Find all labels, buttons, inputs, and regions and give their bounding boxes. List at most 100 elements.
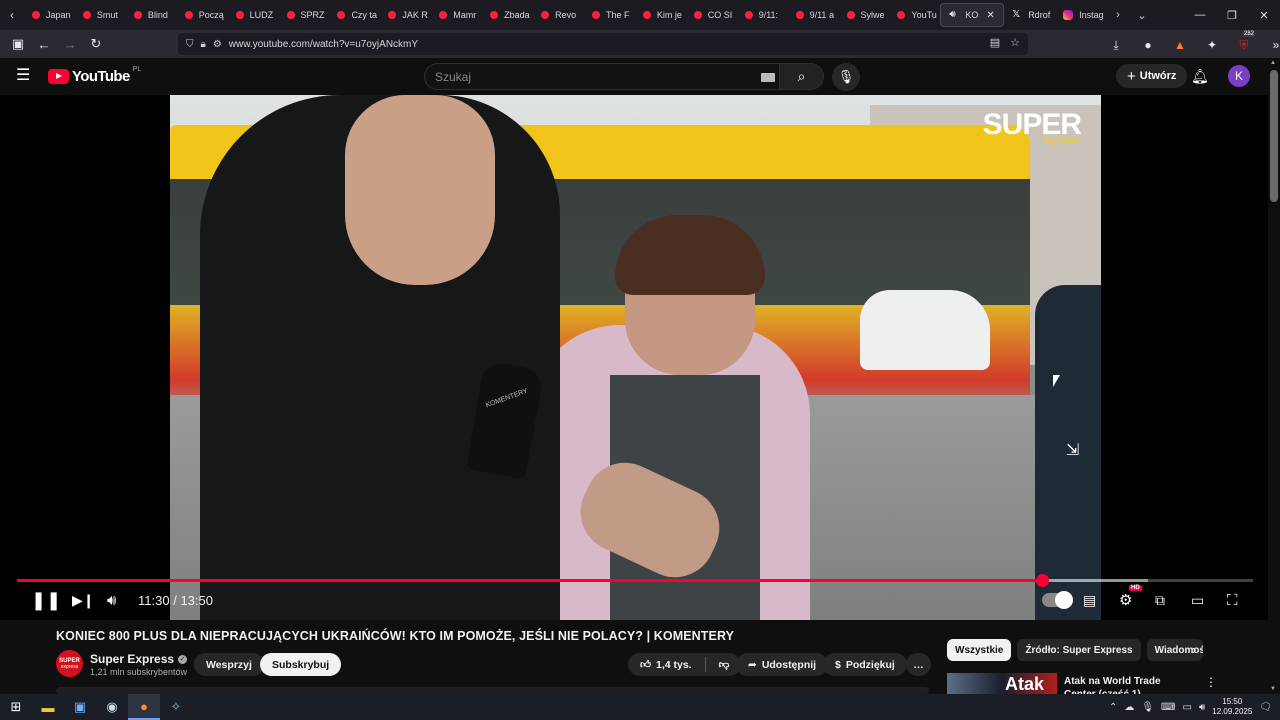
progress-bar[interactable]	[17, 574, 1253, 587]
downloads-icon[interactable]: ⤓	[1104, 33, 1128, 57]
tabs-scroll-left-button[interactable]: ‹	[0, 0, 24, 30]
close-window-button[interactable]: ✕	[1248, 0, 1280, 30]
page-scrollbar[interactable]: ▲ ▼	[1268, 58, 1280, 694]
keyboard-tray-icon[interactable]: ⌨	[1161, 702, 1175, 713]
notifications-bell-icon[interactable]: 🔔︎	[1191, 68, 1209, 85]
browser-tab[interactable]: The F	[584, 3, 635, 27]
start-button[interactable]: ⊞	[0, 694, 32, 720]
video-share-overlay-icon[interactable]: ⇲	[1066, 440, 1079, 460]
browser-tab[interactable]: SPRZ	[279, 3, 330, 27]
file-explorer-icon[interactable]: ▬	[32, 694, 64, 720]
mute-button[interactable]: 🔊︎	[107, 590, 116, 610]
clock[interactable]: 15:50 12.09.2025	[1212, 697, 1252, 717]
back-button[interactable]: ←	[32, 32, 56, 56]
scrubber-handle[interactable]	[1035, 574, 1049, 587]
tray-chevron-icon[interactable]: ⌃	[1109, 702, 1117, 713]
restore-button[interactable]: ❐	[1216, 0, 1248, 30]
reload-button[interactable]: ↻	[84, 32, 108, 56]
scroll-down-icon[interactable]: ▼	[1270, 686, 1276, 692]
browser-tab[interactable]: Instag	[1055, 3, 1106, 27]
browser-tab[interactable]: CO SI	[686, 3, 737, 27]
chip-all[interactable]: Wszystkie	[947, 639, 1012, 661]
sidebar-toggle-icon[interactable]: ▣	[6, 32, 30, 56]
permissions-icon[interactable]: ⚙	[213, 39, 222, 50]
account-avatar[interactable]: K	[1228, 65, 1250, 87]
autoplay-toggle[interactable]	[1042, 590, 1073, 610]
recommended-more-icon[interactable]: ⋮	[1205, 675, 1217, 689]
theater-mode-button[interactable]: ▭	[1191, 590, 1204, 610]
browser-tab[interactable]: 🔊︎ KO ✕	[940, 3, 1005, 27]
extensions-puzzle-icon[interactable]: ✦	[1200, 33, 1224, 57]
support-button[interactable]: Wesprzyj	[194, 653, 264, 676]
fox-extension-icon[interactable]: ▲	[1168, 33, 1192, 57]
browser-tab[interactable]: 𝕏 Rdrof	[1004, 3, 1055, 27]
minimize-button[interactable]: —	[1184, 0, 1216, 30]
url-text[interactable]: www.youtube.com/watch?v=u7oyjANckmY	[229, 39, 418, 50]
search-input[interactable]	[425, 69, 745, 84]
subtitles-button[interactable]: ▤	[1083, 590, 1096, 610]
browser-tab[interactable]: Sylwe	[839, 3, 890, 27]
channel-avatar[interactable]: SUPER express	[56, 650, 83, 677]
browser-tab[interactable]: 9/11:	[737, 3, 788, 27]
chip-source-super-express[interactable]: Źródło: Super Express	[1017, 639, 1141, 661]
browser-tab[interactable]: Smut	[75, 3, 126, 27]
video-frame[interactable]: KOMENTERY SUPER express	[170, 95, 1101, 620]
share-button[interactable]: ➦ Udostępnij	[736, 653, 829, 676]
thanks-button[interactable]: $ Podziękuj	[823, 653, 907, 676]
firefox-icon[interactable]: ●	[128, 694, 160, 720]
browser-tab[interactable]: LUDZ	[228, 3, 279, 27]
remote-desktop-icon[interactable]: ▣	[64, 694, 96, 720]
recommended-thumbnail[interactable]: Atak	[947, 673, 1057, 694]
thumbs-up-icon[interactable]: 👍︎	[640, 658, 651, 671]
volume-tray-icon[interactable]: 🔊︎	[1199, 702, 1205, 713]
pause-button[interactable]: ❚❚	[31, 590, 61, 610]
tabs-scroll-right-button[interactable]: ›	[1106, 0, 1130, 30]
overflow-menu-icon[interactable]: »	[1264, 33, 1280, 57]
chips-next-icon[interactable]: ›	[1192, 642, 1196, 657]
scroll-up-icon[interactable]: ▲	[1270, 60, 1276, 66]
onedrive-icon[interactable]: ☁	[1124, 702, 1134, 713]
keyboard-icon[interactable]	[761, 73, 775, 82]
search-button[interactable]: ⌕	[779, 64, 823, 89]
more-actions-button[interactable]: …	[906, 653, 931, 676]
steam-icon[interactable]: ◉	[96, 694, 128, 720]
notifications-icon[interactable]: 🗨︎	[1259, 702, 1272, 713]
adblock-extension-icon[interactable]: ⛨ 282	[1232, 31, 1256, 57]
voice-search-button[interactable]: 🎙︎	[832, 63, 860, 91]
next-button[interactable]: ▶❙	[72, 590, 95, 610]
like-count[interactable]: 1,4 tys.	[656, 659, 692, 671]
browser-tab[interactable]: Mamr	[431, 3, 482, 27]
browser-tab[interactable]: Począ	[177, 3, 228, 27]
network-icon[interactable]: ▭	[1182, 702, 1191, 713]
bookmark-star-icon[interactable]: ☆	[1010, 36, 1020, 49]
url-bar[interactable]: ⛉ 🔒︎ ⚙ www.youtube.com/watch?v=u7oyjANck…	[178, 33, 1028, 55]
forward-button[interactable]: →	[58, 32, 82, 56]
miniplayer-button[interactable]: ⧉	[1155, 590, 1165, 610]
browser-tab[interactable]: Kim je	[635, 3, 686, 27]
subscribe-button[interactable]: Subskrybuj	[260, 653, 342, 676]
browser-tab[interactable]: Japan	[24, 3, 75, 27]
scrollbar-thumb[interactable]	[1270, 70, 1278, 202]
channel-name[interactable]: Super Express ✓	[90, 652, 188, 666]
channel-name-text[interactable]: Super Express	[90, 652, 174, 666]
shield-icon[interactable]: ⛉	[186, 39, 194, 50]
fullscreen-button[interactable]: ⛶	[1227, 590, 1238, 610]
thumbs-down-icon[interactable]: 👎︎	[719, 658, 730, 671]
browser-tab[interactable]: Czy ta	[329, 3, 380, 27]
vpn-extension-icon[interactable]: ●	[1136, 33, 1160, 57]
browser-tab[interactable]: Revo	[533, 3, 584, 27]
video-player[interactable]: KOMENTERY SUPER express ⇲ ❚❚ ▶❙ 🔊︎ 11:30…	[0, 95, 1268, 620]
browser-tab[interactable]: YouTu	[889, 3, 940, 27]
list-all-tabs-button[interactable]: ⌄	[1130, 0, 1154, 30]
browser-tab[interactable]: 9/11 a	[788, 3, 839, 27]
browser-tab[interactable]: JAK R	[380, 3, 431, 27]
youtube-logo[interactable]: YouTube PL	[48, 66, 141, 85]
create-button[interactable]: + Utwórz	[1116, 64, 1188, 88]
browser-tab[interactable]: Blind	[126, 3, 177, 27]
browser-tab[interactable]: Zbada	[482, 3, 533, 27]
cleanup-tool-icon[interactable]: ✧	[160, 694, 192, 720]
reader-view-icon[interactable]: ▤	[990, 36, 1000, 49]
close-tab-icon[interactable]: ✕	[986, 10, 994, 21]
lock-icon[interactable]: 🔒︎	[201, 39, 206, 50]
settings-button[interactable]: ⚙ HD	[1119, 585, 1142, 610]
